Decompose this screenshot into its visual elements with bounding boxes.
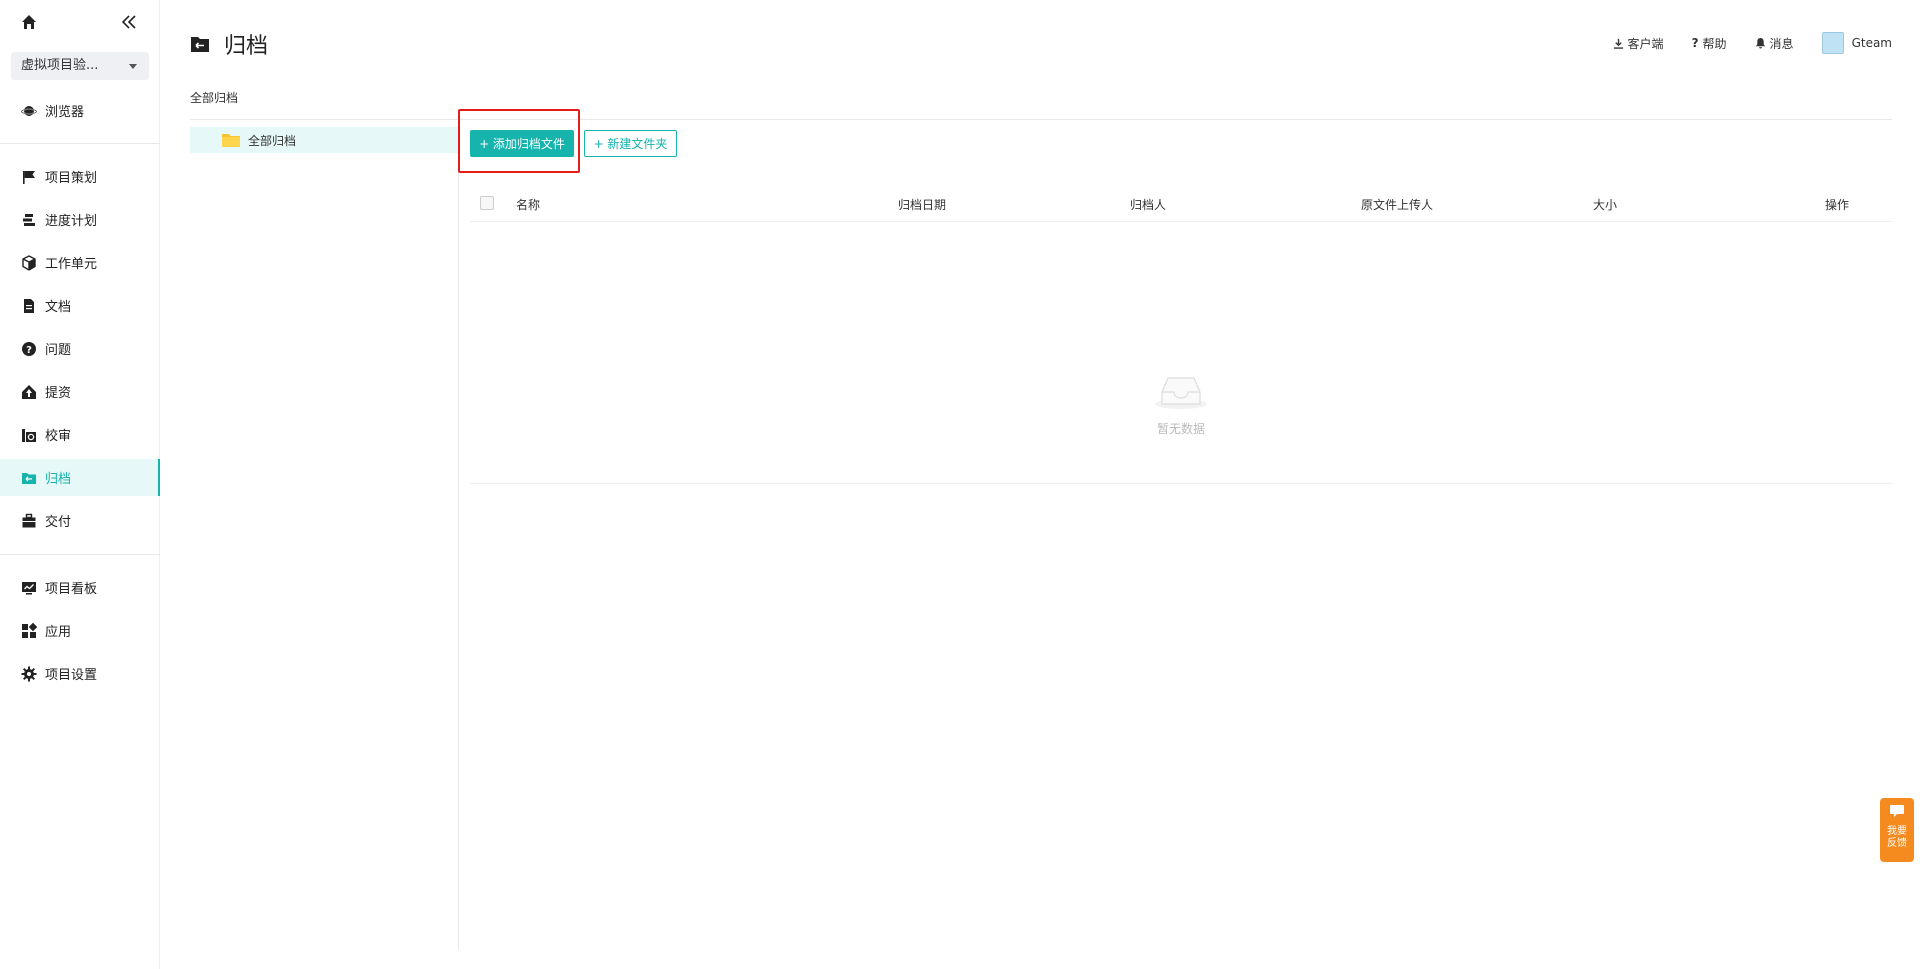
flag-icon [21, 169, 37, 185]
bell-icon [1755, 37, 1765, 49]
feedback-line2: 反馈 [1887, 838, 1907, 849]
client-label: 客户端 [1627, 36, 1664, 51]
page-title-text: 归档 [224, 34, 269, 59]
help-label: 帮助 [1702, 36, 1727, 51]
chevron-down-icon [129, 64, 137, 69]
folder-tree: 全部归档 [190, 127, 459, 153]
project-select-value: 虚拟项目验... [21, 58, 99, 73]
sidebar-item-browser[interactable]: 浏览器 [0, 92, 160, 129]
archive-icon [21, 470, 37, 486]
help-link[interactable]: ? 帮助 [1692, 35, 1727, 52]
sidebar-item-documents[interactable]: 文档 [0, 287, 160, 324]
client-download-link[interactable]: 客户端 [1613, 35, 1664, 52]
messages-label: 消息 [1769, 36, 1794, 51]
header-divider [190, 119, 1892, 120]
column-header-actions: 操作 [1825, 198, 1850, 212]
sidebar-item-submission[interactable]: 提资 [0, 373, 160, 410]
question-mark-icon: ? [1691, 36, 1699, 50]
sidebar-item-label: 应用 [45, 625, 72, 640]
svg-text:?: ? [26, 345, 32, 356]
sidebar-item-label: 项目策划 [45, 171, 98, 186]
download-icon [1613, 38, 1623, 49]
tree-node-label: 全部归档 [248, 133, 297, 148]
feedback-button[interactable]: 我要 反馈 [1880, 798, 1914, 862]
new-folder-button[interactable]: + 新建文件夹 [584, 130, 677, 157]
feedback-line1: 我要 [1887, 826, 1907, 837]
sidebar-item-planning[interactable]: 项目策划 [0, 158, 160, 195]
chat-icon [1890, 805, 1904, 817]
tree-node-root[interactable]: 全部归档 [190, 127, 459, 153]
upload-house-icon [21, 384, 37, 400]
sidebar-item-label: 归档 [45, 472, 72, 487]
folder-icon [222, 134, 240, 147]
sidebar-item-label: 进度计划 [45, 214, 98, 229]
dashboard-icon [21, 580, 37, 596]
sidebar-item-schedule[interactable]: 进度计划 [0, 201, 160, 238]
double-chevron-left-icon[interactable] [121, 14, 137, 30]
column-header-archive-date[interactable]: 归档日期 [898, 196, 946, 213]
sidebar-item-label: 文档 [45, 300, 72, 315]
gear-icon [21, 666, 37, 682]
table-header: 名称 归档日期 归档人 原文件上传人 大小 操作 [470, 184, 1892, 222]
column-header-archiver[interactable]: 归档人 [1130, 196, 1166, 213]
sidebar-item-label: 问题 [45, 343, 72, 358]
top-right-toolbar: 客户端 ? 帮助 消息 Gteam [1613, 32, 1892, 54]
planet-icon [21, 103, 37, 119]
archive-icon [191, 37, 209, 52]
sidebar-item-issues[interactable]: ? 问题 [0, 330, 160, 367]
review-icon [21, 427, 37, 443]
sidebar-item-settings[interactable]: 项目设置 [0, 655, 160, 692]
question-icon: ? [21, 341, 37, 357]
sidebar-item-label: 提资 [45, 386, 72, 401]
briefcase-icon [21, 513, 37, 529]
sidebar-item-label: 校审 [45, 429, 72, 444]
page-title: 归档 [190, 28, 268, 60]
sidebar-item-apps[interactable]: 应用 [0, 612, 160, 649]
sidebar-item-work-unit[interactable]: 工作单元 [0, 244, 160, 281]
select-all-checkbox[interactable] [480, 196, 494, 210]
sidebar-item-delivery[interactable]: 交付 [0, 502, 160, 539]
column-header-original-uploader[interactable]: 原文件上传人 [1361, 196, 1433, 213]
sidebar-item-dashboard[interactable]: 项目看板 [0, 569, 160, 606]
column-header-size[interactable]: 大小 [1593, 196, 1617, 213]
sidebar-top [0, 0, 159, 46]
sidebar-item-review[interactable]: 校审 [0, 416, 160, 453]
sidebar-divider [0, 554, 160, 555]
sidebar-item-label: 交付 [45, 515, 72, 530]
document-icon [21, 298, 37, 314]
add-archive-file-button[interactable]: + 添加归档文件 [470, 130, 574, 157]
messages-link[interactable]: 消息 [1755, 35, 1794, 52]
sidebar-item-archive[interactable]: 归档 [0, 459, 160, 496]
empty-text: 暂无数据 [1156, 422, 1205, 436]
project-select[interactable]: 虚拟项目验... [11, 52, 149, 80]
sidebar: 虚拟项目验... 浏览器 项目策划 进度计划 工作单元 文档 ? 问题 提资 校… [0, 0, 160, 969]
sidebar-item-label: 工作单元 [45, 257, 98, 272]
gantt-icon [21, 212, 37, 228]
avatar [1821, 32, 1844, 54]
main-content: 归档 客户端 ? 帮助 消息 Gteam 全部归档 全部归档 + 添加归档文件 … [160, 0, 1920, 969]
column-header-name[interactable]: 名称 [516, 196, 540, 213]
cube-icon [21, 254, 37, 271]
breadcrumb: 全部归档 [190, 91, 239, 105]
sidebar-item-label: 浏览器 [45, 105, 85, 120]
panel-divider [458, 120, 459, 950]
home-icon[interactable] [21, 14, 37, 30]
sidebar-divider [0, 143, 160, 144]
apps-icon [21, 622, 37, 639]
empty-state: 暂无数据 [470, 222, 1892, 484]
user-name: Gteam [1851, 36, 1892, 50]
user-menu[interactable]: Gteam [1821, 32, 1892, 54]
sidebar-item-label: 项目看板 [45, 582, 98, 597]
empty-inbox-icon [1155, 377, 1207, 409]
sidebar-item-label: 项目设置 [45, 668, 98, 683]
